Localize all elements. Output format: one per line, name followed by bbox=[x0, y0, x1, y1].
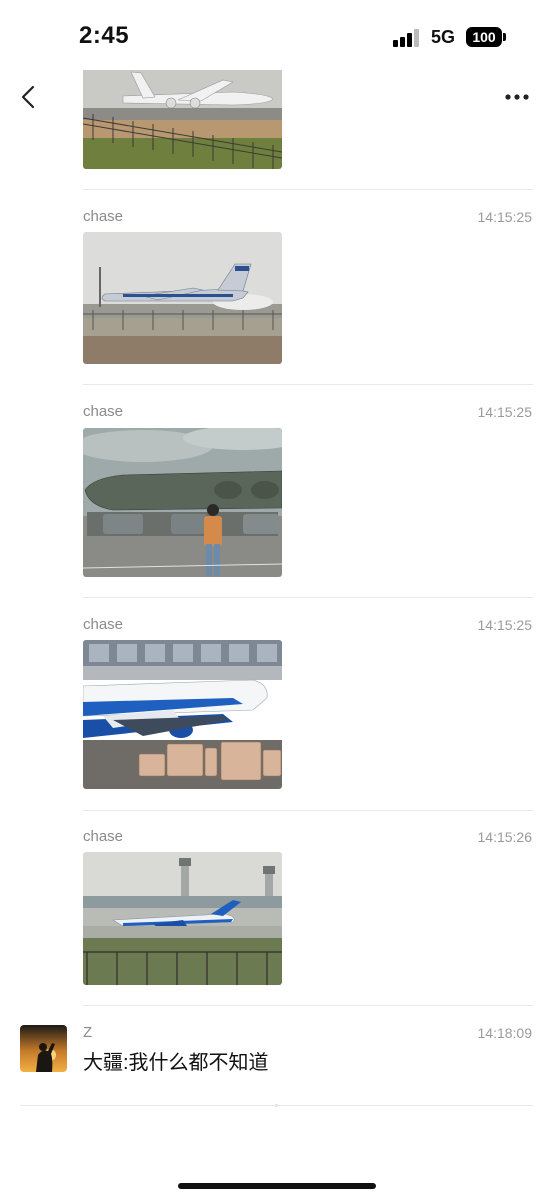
network-type: 5G bbox=[431, 27, 456, 47]
avatar[interactable] bbox=[20, 1025, 67, 1072]
message-time: 14:15:25 bbox=[477, 617, 533, 633]
message-divider bbox=[83, 189, 533, 190]
message-divider bbox=[83, 597, 533, 598]
message-time: 14:18:09 bbox=[477, 1025, 533, 1041]
message-photo-747-airport[interactable] bbox=[83, 852, 282, 985]
message-divider bbox=[83, 384, 533, 385]
message-divider bbox=[20, 1105, 533, 1106]
message-photo-an124[interactable] bbox=[83, 70, 282, 169]
message-time: 14:15:25 bbox=[477, 209, 533, 225]
message-photo-il76[interactable] bbox=[83, 232, 282, 364]
home-indicator[interactable] bbox=[178, 1183, 376, 1189]
more-button[interactable] bbox=[503, 87, 531, 107]
battery-tip bbox=[503, 33, 506, 41]
message-text: 大疆:我什么都不知道 bbox=[83, 1052, 269, 1074]
message-divider bbox=[83, 810, 533, 811]
status-bar: 2:45 5G 100 bbox=[0, 0, 554, 72]
message-sender: chase bbox=[83, 403, 124, 420]
message-divider bbox=[83, 1005, 533, 1006]
message-sender: chase bbox=[83, 828, 124, 845]
message-sender: chase bbox=[83, 616, 124, 633]
message-time: 14:15:26 bbox=[477, 829, 533, 845]
message-photo-il76-cargo[interactable] bbox=[83, 428, 282, 577]
battery-icon: 100 bbox=[466, 27, 502, 47]
message-sender: Z bbox=[83, 1024, 93, 1041]
message-sender: chase bbox=[83, 208, 124, 225]
more-horizontal-icon bbox=[505, 94, 529, 100]
chevron-left-icon bbox=[21, 85, 35, 109]
cellular-signal-icon bbox=[393, 29, 421, 47]
status-time: 2:45 bbox=[79, 22, 130, 49]
back-button[interactable] bbox=[16, 84, 42, 110]
message-time: 14:15:25 bbox=[477, 404, 533, 420]
message-photo-747-cargo[interactable] bbox=[83, 640, 282, 789]
